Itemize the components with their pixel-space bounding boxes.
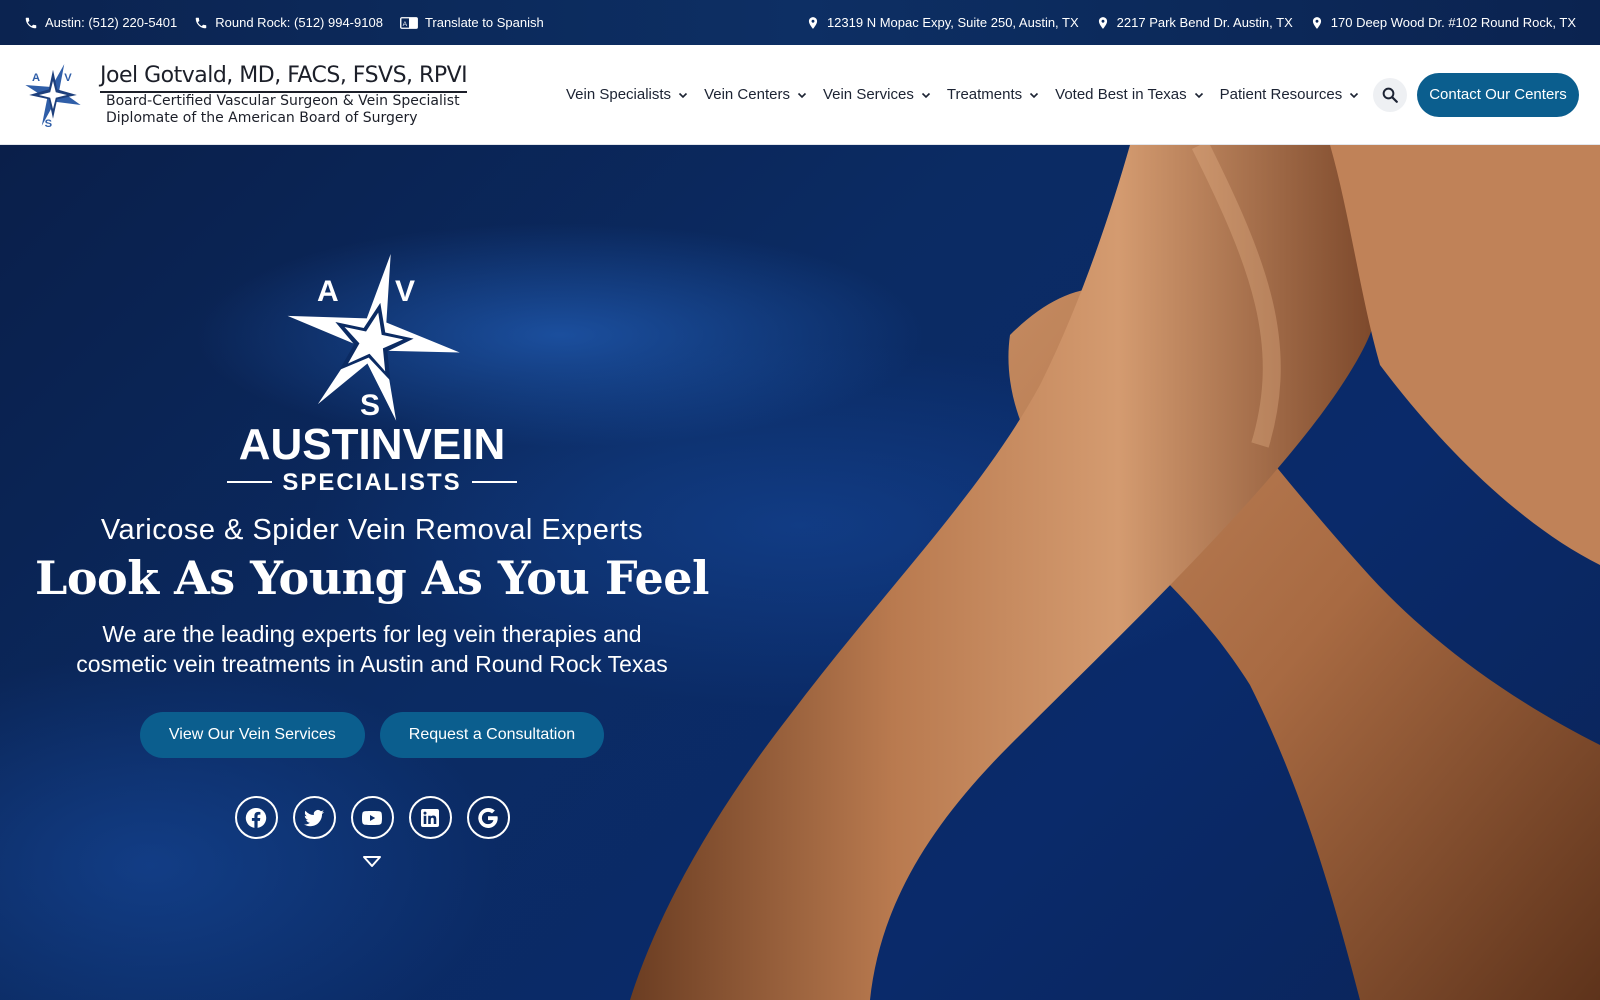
linkedin-link[interactable] (408, 796, 452, 839)
logo-letter-v: V (395, 275, 415, 308)
facebook-icon (245, 807, 267, 828)
facebook-link[interactable] (234, 796, 278, 839)
linkedin-icon (421, 808, 439, 827)
hero-section: A V S AUSTINVEIN SPECIALISTS Varicose & … (0, 145, 1600, 1000)
hero-buttons: View Our Vein Services Request a Consult… (139, 712, 605, 758)
youtube-link[interactable] (350, 796, 394, 839)
logo-letter-s: S (45, 118, 53, 130)
nav-label: Treatments (946, 86, 1023, 103)
logo-letter-v: V (64, 72, 72, 84)
address-park-bend[interactable]: 2217 Park Bend Dr. Austin, TX (1096, 15, 1293, 30)
nav-patient-resources[interactable]: Patient Resources (1212, 86, 1368, 103)
address-mopac-label: 12319 N Mopac Expy, Suite 250, Austin, T… (826, 15, 1079, 30)
main-nav: Vein Specialists Vein Centers Vein Servi… (558, 72, 1579, 117)
brand[interactable]: A V S Joel Gotvald, MD, FACS, FSVS, RPVI… (18, 60, 488, 130)
map-pin-icon (1312, 16, 1321, 29)
social-links (234, 796, 510, 839)
chevron-down-icon (797, 92, 807, 98)
address-mopac[interactable]: 12319 N Mopac Expy, Suite 250, Austin, T… (806, 15, 1079, 30)
austin-vein-specialists-logo: A V S AUSTINVEIN SPECIALISTS (227, 253, 517, 492)
nav-label: Vein Centers (704, 86, 790, 103)
address-park-bend-label: 2217 Park Bend Dr. Austin, TX (1116, 15, 1293, 30)
logo-letter-a: A (32, 72, 40, 84)
brand-text: Joel Gotvald, MD, FACS, FSVS, RPVI Board… (100, 63, 468, 127)
chevron-down-icon (1030, 92, 1039, 98)
nav-label: Patient Resources (1219, 86, 1343, 103)
youtube-icon (362, 810, 382, 825)
nav-vein-centers[interactable]: Vein Centers (696, 86, 815, 103)
nav-voted-best[interactable]: Voted Best in Texas (1047, 86, 1211, 103)
language-icon: A (400, 16, 418, 29)
logo-letter-s: S (360, 389, 380, 422)
address-deep-wood-label: 170 Deep Wood Dr. #102 Round Rock, TX (1330, 15, 1576, 30)
chevron-down-icon (678, 92, 688, 98)
nav-vein-services[interactable]: Vein Services (815, 86, 939, 103)
address-group: 12319 N Mopac Expy, Suite 250, Austin, T… (806, 15, 1576, 30)
phone-icon (196, 17, 207, 28)
chevron-down-icon (1350, 92, 1359, 98)
request-consultation-button[interactable]: Request a Consultation (379, 712, 605, 758)
chevron-down-icon (921, 92, 930, 98)
search-icon (1382, 87, 1399, 103)
google-icon (478, 807, 498, 828)
chevron-down-icon (1194, 92, 1203, 98)
phone-austin[interactable]: Austin: (512) 220-5401 (24, 15, 177, 30)
doctor-name: Joel Gotvald, MD, FACS, FSVS, RPVI (100, 63, 468, 93)
nav-vein-specialists[interactable]: Vein Specialists (558, 86, 696, 103)
hero-tagline: Varicose & Spider Vein Removal Experts (100, 514, 644, 546)
top-bar: Austin: (512) 220-5401 Round Rock: (512)… (0, 0, 1600, 45)
logo-letter-a: A (317, 275, 339, 308)
nav-label: Voted Best in Texas (1055, 86, 1187, 103)
brand-credential-2: Diplomate of the American Board of Surge… (106, 109, 418, 126)
hero-description-line-1: We are the leading experts for leg vein … (102, 621, 642, 647)
site-header: A V S Joel Gotvald, MD, FACS, FSVS, RPVI… (0, 45, 1600, 145)
twitter-icon (304, 809, 324, 826)
hero-description: We are the leading experts for leg vein … (62, 619, 682, 679)
hero-headline: Look As Young As You Feel (34, 551, 710, 605)
logo-wordmark-austinvein: AUSTINVEIN (239, 420, 505, 469)
phone-icon (25, 17, 37, 28)
logo-wordmark-specialists: SPECIALISTS (282, 469, 461, 492)
google-link[interactable] (466, 796, 510, 839)
translate-label: Translate to Spanish (424, 15, 544, 30)
svg-text:A: A (403, 21, 408, 28)
nav-label: Vein Specialists (566, 86, 672, 103)
phone-round-rock-label: Round Rock: (512) 994-9108 (215, 15, 383, 30)
map-pin-icon (808, 16, 818, 29)
map-pin-icon (1098, 16, 1107, 29)
phone-round-rock[interactable]: Round Rock: (512) 994-9108 (194, 15, 383, 30)
avs-star-logo-icon: A V S (25, 63, 81, 130)
brand-credential-1: Board-Certified Vascular Surgeon & Vein … (106, 92, 460, 109)
hero-content: A V S AUSTINVEIN SPECIALISTS Varicose & … (35, 145, 710, 869)
address-deep-wood[interactable]: 170 Deep Wood Dr. #102 Round Rock, TX (1310, 15, 1576, 30)
twitter-link[interactable] (292, 796, 336, 839)
translate-link[interactable]: A Translate to Spanish (400, 15, 544, 30)
search-button[interactable] (1373, 77, 1408, 112)
nav-label: Vein Services (822, 86, 914, 103)
hero-description-line-2: cosmetic vein treatments in Austin and R… (76, 651, 668, 677)
contact-centers-button[interactable]: Contact Our Centers (1417, 72, 1579, 117)
scroll-down-arrow-icon[interactable] (362, 855, 382, 869)
view-vein-services-button[interactable]: View Our Vein Services (139, 712, 365, 758)
contact-group: Austin: (512) 220-5401 Round Rock: (512)… (24, 15, 544, 30)
nav-treatments[interactable]: Treatments (939, 86, 1047, 103)
phone-austin-label: Austin: (512) 220-5401 (45, 15, 178, 30)
